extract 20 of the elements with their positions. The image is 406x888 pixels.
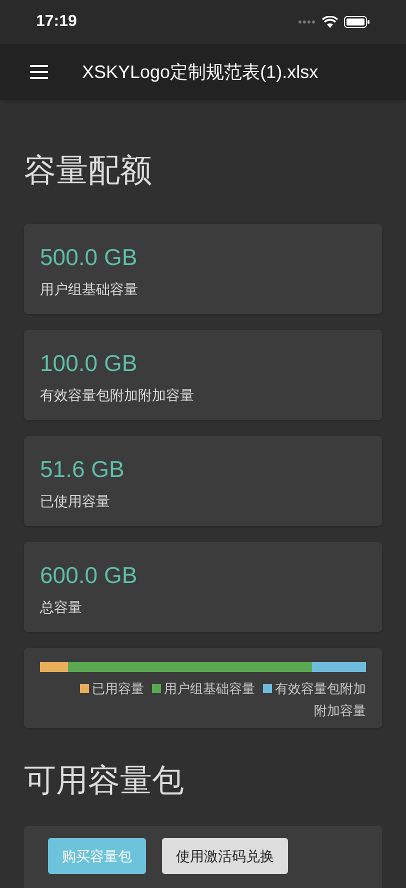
quota-label: 总容量 <box>40 598 83 617</box>
battery-icon <box>344 16 370 28</box>
legend-label: 已用容量 <box>92 680 144 698</box>
quota-label: 已使用容量 <box>40 492 111 511</box>
section-title: 容量配额 <box>24 151 153 190</box>
signal-icon <box>298 20 316 24</box>
legend-label: 有效容量包附加附加容量 <box>275 680 366 720</box>
quota-label: 用户组基础容量 <box>40 280 139 299</box>
quota-value: 500.0 GB <box>40 243 138 271</box>
wifi-icon <box>322 16 338 28</box>
section-title: 可用容量包 <box>24 761 185 800</box>
status-time: 17:19 <box>36 12 77 32</box>
quota-value: 100.0 GB <box>40 349 138 377</box>
redeem-button[interactable]: 使用激活码兑换 <box>162 838 288 874</box>
quota-value: 51.6 GB <box>40 455 126 483</box>
file-title: XSKYLogo定制规范表(1).xlsx <box>82 60 318 84</box>
menu-icon[interactable] <box>30 65 48 79</box>
quota-label: 有效容量包附加附加容量 <box>40 386 195 405</box>
legend-label: 用户组基础容量 <box>164 680 255 698</box>
quota-value: 600.0 GB <box>40 561 138 589</box>
